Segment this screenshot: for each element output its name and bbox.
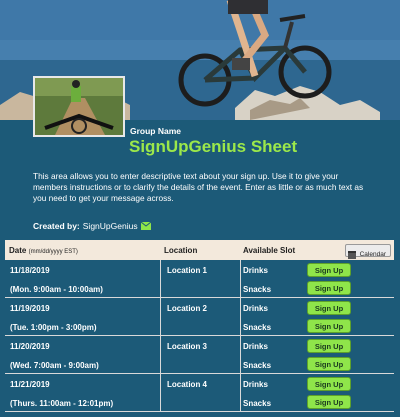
slot-label: Snacks	[243, 399, 272, 408]
slot-label: Drinks	[243, 342, 268, 351]
created-by: Created by: SignUpGenius	[33, 221, 151, 231]
row-time: (Mon. 9:00am - 10:00am)	[10, 285, 103, 294]
slot-label: Drinks	[243, 380, 268, 389]
column-divider	[240, 374, 241, 411]
thumbnail-photo	[33, 76, 125, 137]
sign-up-button[interactable]: Sign Up	[307, 281, 351, 295]
row-time: (Wed. 7:00am - 9:00am)	[10, 361, 99, 370]
table-row: 11/19/2019 (Tue. 1:00pm - 3:00pm) Locati…	[5, 298, 394, 336]
row-time: (Thurs. 11:00am - 12:01pm)	[10, 399, 114, 408]
table-header: Date (mm/dd/yyyy EST) Location Available…	[5, 240, 394, 260]
table-row: 11/18/2019 (Mon. 9:00am - 10:00am) Locat…	[5, 260, 394, 298]
page-title: SignUpGenius Sheet	[129, 137, 298, 156]
sign-up-button[interactable]: Sign Up	[307, 301, 351, 315]
calendar-button-label: Calendar	[359, 251, 386, 258]
column-date-label: Date	[9, 246, 27, 255]
created-by-name[interactable]: SignUpGenius	[83, 221, 138, 231]
slot-label: Snacks	[243, 285, 272, 294]
row-location: Location 2	[167, 304, 208, 313]
calendar-icon	[348, 251, 356, 259]
sign-up-button[interactable]: Sign Up	[307, 377, 351, 391]
sign-up-button[interactable]: Sign Up	[307, 319, 351, 333]
slot-label: Snacks	[243, 361, 272, 370]
column-divider	[240, 336, 241, 373]
row-location: Location 1	[167, 266, 208, 275]
column-divider	[160, 260, 161, 297]
sign-up-button[interactable]: Sign Up	[307, 357, 351, 371]
row-date: 11/19/2019	[10, 304, 50, 313]
table-row: 11/20/2019 (Wed. 7:00am - 9:00am) Locati…	[5, 336, 394, 374]
column-divider	[240, 260, 241, 297]
column-date: Date (mm/dd/yyyy EST)	[9, 246, 78, 255]
row-date: 11/21/2019	[10, 380, 50, 389]
sign-up-button[interactable]: Sign Up	[307, 263, 351, 277]
created-by-label: Created by:	[33, 221, 80, 231]
thumbnail-illustration	[35, 78, 123, 135]
mail-icon[interactable]	[140, 221, 151, 230]
column-divider	[160, 374, 161, 411]
sign-up-button[interactable]: Sign Up	[307, 339, 351, 353]
row-date: 11/18/2019	[10, 266, 50, 275]
column-divider	[160, 298, 161, 335]
slot-label: Drinks	[243, 266, 268, 275]
column-divider	[240, 298, 241, 335]
row-time: (Tue. 1:00pm - 3:00pm)	[10, 323, 97, 332]
calendar-button[interactable]: Calendar	[345, 244, 391, 259]
row-location: Location 3	[167, 342, 208, 351]
group-name-label: Group Name	[130, 126, 182, 136]
slot-label: Snacks	[243, 323, 272, 332]
column-divider	[160, 336, 161, 373]
column-location: Location	[164, 246, 198, 255]
column-slot: Available Slot	[243, 246, 296, 255]
slot-label: Drinks	[243, 304, 268, 313]
row-location: Location 4	[167, 380, 208, 389]
signup-table: Date (mm/dd/yyyy EST) Location Available…	[5, 240, 394, 417]
table-row: 11/21/2019 (Thurs. 11:00am - 12:01pm) Lo…	[5, 374, 394, 412]
row-date: 11/20/2019	[10, 342, 50, 351]
description-text: This area allows you to enter descriptiv…	[33, 171, 364, 203]
sign-up-button[interactable]: Sign Up	[307, 395, 351, 409]
column-date-format: (mm/dd/yyyy EST)	[28, 249, 78, 255]
